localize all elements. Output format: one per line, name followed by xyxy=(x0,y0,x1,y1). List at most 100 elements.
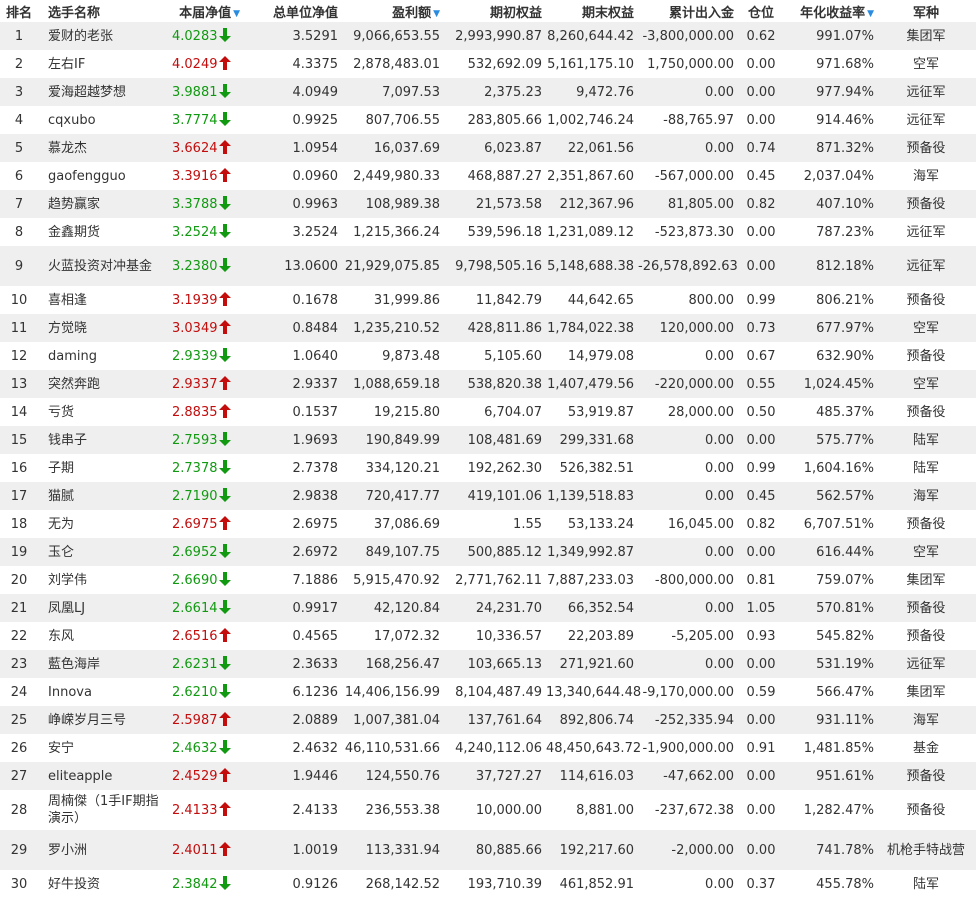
sort-desc-icon[interactable]: ▼ xyxy=(233,9,240,19)
annual-return: 806.21% xyxy=(816,292,874,308)
end-equity: 22,203.89 xyxy=(567,628,634,644)
table-row[interactable]: 11 方觉晓 3.0349 0.8484 1,235,210.52 428,811.86 1… xyxy=(0,314,976,342)
table-row[interactable]: 21 凤凰LJ 2.6614 0.9917 42,120.84 24,231.70 66,3… xyxy=(0,594,976,622)
player-name[interactable]: 子期 xyxy=(38,454,164,482)
player-name[interactable]: 火蓝投资对冲基金 xyxy=(38,246,164,286)
table-row[interactable]: 24 Innova 2.6210 6.1236 14,406,156.99 8,104,4… xyxy=(0,678,976,706)
nav-cell: 3.2524 xyxy=(164,218,242,246)
table-row[interactable]: 5 慕龙杰 3.6624 1.0954 16,037.69 6,023.87 22,061.… xyxy=(0,134,976,162)
player-name[interactable]: 突然奔跑 xyxy=(38,370,164,398)
table-row[interactable]: 20 刘学伟 2.6690 7.1886 5,915,470.92 2,771,762.1… xyxy=(0,566,976,594)
table-row[interactable]: 4 cqxubo 3.7774 0.9925 807,706.55 283,805.66 1… xyxy=(0,106,976,134)
player-name[interactable]: 方觉晓 xyxy=(38,314,164,342)
player-name[interactable]: cqxubo xyxy=(38,106,164,134)
player-name[interactable]: 爱海超越梦想 xyxy=(38,78,164,106)
table-row[interactable]: 7 趋势赢家 3.3788 0.9963 108,989.38 21,573.58 212,… xyxy=(0,190,976,218)
table-row[interactable]: 8 金鑫期货 3.2524 3.2524 1,215,366.24 539,596.18 1… xyxy=(0,218,976,246)
table-row[interactable]: 3 爱海超越梦想 3.9881 4.0949 7,097.53 2,375.23 9,472… xyxy=(0,78,976,106)
table-row[interactable]: 17 猫腻 2.7190 2.9838 720,417.77 419,101.06 1,13… xyxy=(0,482,976,510)
unit-nav: 1.9693 xyxy=(292,432,339,448)
player-name[interactable]: 罗小洲 xyxy=(38,830,164,870)
player-name[interactable]: 喜相逢 xyxy=(38,286,164,314)
table-row[interactable]: 9 火蓝投资对冲基金 3.2380 13.0600 21,929,075.85 9,798… xyxy=(0,246,976,286)
net-flow: 0.00 xyxy=(705,84,734,100)
profit: 17,072.32 xyxy=(373,628,440,644)
position: 0.00 xyxy=(746,56,776,72)
unit-nav: 0.1678 xyxy=(292,292,339,308)
table-row[interactable]: 16 子期 2.7378 2.7378 334,120.21 192,262.30 526,… xyxy=(0,454,976,482)
player-name[interactable]: 凤凰LJ xyxy=(38,594,164,622)
table-row[interactable]: 29 罗小洲 2.4011 1.0019 113,331.94 80,885.66 192,… xyxy=(0,830,976,870)
player-name[interactable]: 峥嵘岁月三号 xyxy=(38,706,164,734)
nav-value: 2.4011 xyxy=(172,843,218,858)
nav-value: 2.6516 xyxy=(172,629,218,644)
player-name[interactable]: 金鑫期货 xyxy=(38,218,164,246)
player-name[interactable]: 刘学伟 xyxy=(38,566,164,594)
start-equity: 10,000.00 xyxy=(475,802,542,818)
table-row[interactable]: 22 东风 2.6516 0.4565 17,072.32 10,336.57 22,203… xyxy=(0,622,976,650)
table-row[interactable]: 2 左右IF 4.0249 4.3375 2,878,483.01 532,692.09 5… xyxy=(0,50,976,78)
player-name[interactable]: 玉仑 xyxy=(38,538,164,566)
start-equity: 283,805.66 xyxy=(467,112,542,128)
table-row[interactable]: 15 钱串子 2.7593 1.9693 190,849.99 108,481.69 299… xyxy=(0,426,976,454)
table-row[interactable]: 30 好牛投资 2.3842 0.9126 268,142.52 193,710.39 46… xyxy=(0,870,976,898)
table-row[interactable]: 13 突然奔跑 2.9337 2.9337 1,088,659.18 538,820.38… xyxy=(0,370,976,398)
table-row[interactable]: 19 玉仑 2.6952 2.6972 849,107.75 500,885.12 1,34… xyxy=(0,538,976,566)
player-name[interactable]: 好牛投资 xyxy=(38,870,164,898)
rank-cell: 25 xyxy=(10,712,28,728)
player-name[interactable]: 趋势赢家 xyxy=(38,190,164,218)
player-name[interactable]: 周楠傑（1手IF期指演示） xyxy=(38,790,164,830)
arrow-up-icon xyxy=(218,376,231,390)
nav-value: 2.4632 xyxy=(172,741,218,756)
nav-value: 3.1939 xyxy=(172,293,218,308)
player-name[interactable]: 无为 xyxy=(38,510,164,538)
table-row[interactable]: 18 无为 2.6975 2.6975 37,086.69 1.55 53,133.24 16… xyxy=(0,510,976,538)
sort-desc-icon[interactable]: ▼ xyxy=(433,9,440,19)
player-name[interactable]: 东风 xyxy=(38,622,164,650)
player-name[interactable]: 猫腻 xyxy=(38,482,164,510)
player-name[interactable]: 慕龙杰 xyxy=(38,134,164,162)
table-row[interactable]: 25 峥嵘岁月三号 2.5987 2.0889 1,007,381.04 137,761.… xyxy=(0,706,976,734)
nav-cell: 2.6975 xyxy=(164,510,242,538)
player-name[interactable]: 爱财的老张 xyxy=(38,22,164,50)
table-row[interactable]: 12 daming 2.9339 1.0640 9,873.48 5,105.60 14,9… xyxy=(0,342,976,370)
player-name[interactable]: 钱串子 xyxy=(38,426,164,454)
end-equity: 53,919.87 xyxy=(567,404,634,420)
player-name[interactable]: eliteapple xyxy=(38,762,164,790)
player-name[interactable]: 左右IF xyxy=(38,50,164,78)
sort-desc-icon[interactable]: ▼ xyxy=(867,9,874,19)
start-equity: 2,375.23 xyxy=(484,84,542,100)
start-equity: 2,771,762.11 xyxy=(455,572,542,588)
end-equity: 526,382.51 xyxy=(559,460,634,476)
arrow-down-icon xyxy=(218,196,231,210)
table-row[interactable]: 14 亏货 2.8835 0.1537 19,215.80 6,704.07 53,919.… xyxy=(0,398,976,426)
annual-return: 485.37% xyxy=(816,404,874,420)
header-nav[interactable]: 本届净值 ▼ xyxy=(164,0,242,22)
arrow-down-icon xyxy=(218,258,231,272)
position: 0.93 xyxy=(746,628,776,644)
table-row[interactable]: 26 安宁 2.4632 2.4632 46,110,531.66 4,240,112.0… xyxy=(0,734,976,762)
table-row[interactable]: 6 gaofengguo 3.3916 0.0960 2,449,980.33 468,8… xyxy=(0,162,976,190)
player-name[interactable]: 安宁 xyxy=(38,734,164,762)
position: 0.00 xyxy=(746,768,776,784)
player-name[interactable]: gaofengguo xyxy=(38,162,164,190)
header-annual-return[interactable]: 年化收益率 ▼ xyxy=(786,0,876,22)
annual-return: 951.61% xyxy=(816,768,874,784)
table-row[interactable]: 1 爱财的老张 4.0283 3.5291 9,066,653.55 2,993,990.… xyxy=(0,22,976,50)
table-row[interactable]: 23 藍色海岸 2.6231 2.3633 168,256.47 103,665.13 27… xyxy=(0,650,976,678)
rank-cell: 18 xyxy=(10,516,28,532)
profit: 807,706.55 xyxy=(365,112,440,128)
player-name[interactable]: daming xyxy=(38,342,164,370)
header-profit[interactable]: 盈利额 ▼ xyxy=(340,0,442,22)
annual-return: 914.46% xyxy=(816,112,874,128)
end-equity: 271,921.60 xyxy=(559,656,634,672)
annual-return: 741.78% xyxy=(816,842,874,858)
nav-cell: 2.6231 xyxy=(164,650,242,678)
player-name[interactable]: 亏货 xyxy=(38,398,164,426)
nav-cell: 3.9881 xyxy=(164,78,242,106)
player-name[interactable]: 藍色海岸 xyxy=(38,650,164,678)
table-row[interactable]: 27 eliteapple 2.4529 1.9446 124,550.76 37,727… xyxy=(0,762,976,790)
table-row[interactable]: 10 喜相逢 3.1939 0.1678 31,999.86 11,842.79 44,64… xyxy=(0,286,976,314)
table-row[interactable]: 28 周楠傑（1手IF期指演示） 2.4133 2.4133 236,553.38 10,… xyxy=(0,790,976,830)
player-name[interactable]: Innova xyxy=(38,678,164,706)
